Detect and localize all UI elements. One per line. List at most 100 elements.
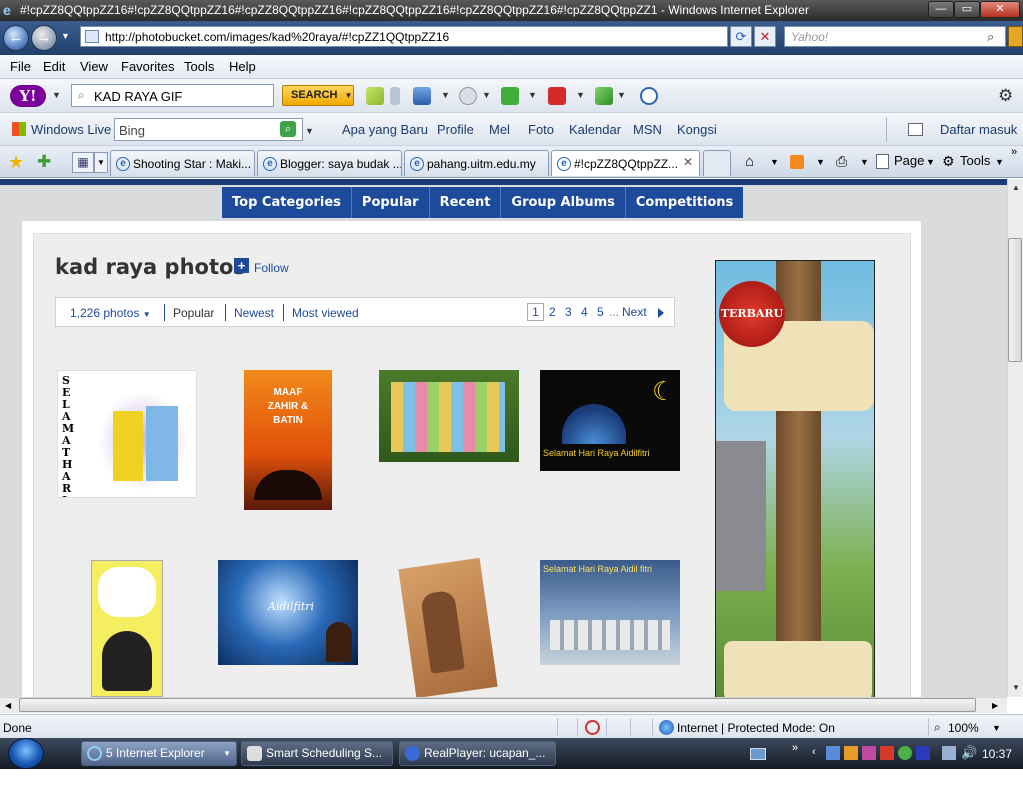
tray-app-icon[interactable] xyxy=(880,746,894,760)
menu-file[interactable]: File xyxy=(10,59,31,74)
add-favorite-icon[interactable]: ✚ xyxy=(37,152,51,172)
tray-app-icon[interactable] xyxy=(826,746,840,760)
refresh-button[interactable]: ⟳ xyxy=(730,26,752,47)
photo-thumbnail[interactable]: Aidilfitri xyxy=(218,560,358,665)
messenger-dropdown-icon[interactable]: ▼ xyxy=(482,90,491,100)
clock[interactable]: 10:37 xyxy=(982,747,1012,761)
nav-recent[interactable]: Recent xyxy=(430,187,502,218)
live-link-msn[interactable]: MSN xyxy=(633,122,662,137)
photo-thumbnail[interactable]: SELAMAT HARI RAYA xyxy=(57,370,197,498)
dice-dropdown-icon[interactable]: ▼ xyxy=(576,90,585,100)
nav-competitions[interactable]: Competitions xyxy=(626,187,743,218)
page-5[interactable]: 5 xyxy=(597,305,604,319)
live-link-calendar[interactable]: Kalendar xyxy=(569,122,621,137)
new-tab-button[interactable] xyxy=(703,150,731,176)
windows-live-label[interactable]: Windows Live xyxy=(31,122,111,137)
ie-icon[interactable] xyxy=(640,87,658,105)
tab-uitm[interactable]: e pahang.uitm.edu.my xyxy=(404,150,549,176)
zoom-level[interactable]: 100% xyxy=(948,721,979,735)
nav-group-albums[interactable]: Group Albums xyxy=(501,187,626,218)
menu-tools[interactable]: Tools xyxy=(184,59,214,74)
recent-pages-dropdown-icon[interactable]: ▼ xyxy=(61,31,71,43)
back-button[interactable]: ← xyxy=(3,25,29,51)
tab-blogger[interactable]: e Blogger: saya budak ... xyxy=(257,150,402,176)
tray-app-icon[interactable] xyxy=(916,746,930,760)
page-2[interactable]: 2 xyxy=(549,305,556,319)
tray-app-icon[interactable] xyxy=(844,746,858,760)
print-dropdown-icon[interactable]: ▼ xyxy=(860,157,869,167)
chevron-left-icon[interactable]: ‹ xyxy=(812,746,816,758)
signin-link[interactable]: Daftar masuk xyxy=(940,122,1017,137)
quick-tabs-button[interactable]: ▦ xyxy=(72,152,94,173)
page-1-current[interactable]: 1 xyxy=(527,303,544,321)
yahoo-menu-dropdown-icon[interactable]: ▼ xyxy=(52,90,61,100)
photo-thumbnail[interactable]: MAAF ZAHIR & BATIN xyxy=(244,370,332,510)
photo-thumbnail[interactable]: ☾ Selamat Hari Raya Aidilfitri xyxy=(540,370,680,471)
address-field[interactable]: http://photobucket.com/images/kad%20raya… xyxy=(80,26,804,47)
start-button[interactable] xyxy=(8,738,44,769)
security-zone-text[interactable]: Internet | Protected Mode: On xyxy=(677,721,835,735)
page-4[interactable]: 4 xyxy=(581,305,588,319)
advertisement-banner[interactable]: TERBARU xyxy=(715,260,875,697)
tray-app-icon[interactable] xyxy=(862,746,876,760)
vertical-scroll-thumb[interactable] xyxy=(1008,238,1022,362)
close-window-button[interactable]: ✕ xyxy=(980,1,1020,18)
yahoo-logo-icon[interactable]: Y! xyxy=(10,85,46,107)
scroll-up-icon[interactable]: ▲ xyxy=(1012,183,1020,192)
home-icon[interactable]: ⌂ xyxy=(745,153,754,170)
taskbar-smart-scheduling[interactable]: Smart Scheduling S... xyxy=(241,741,393,766)
photo-count-dropdown[interactable]: 1,226 photos ▼ xyxy=(70,306,151,320)
tray-app-icon[interactable] xyxy=(898,746,912,760)
sort-most-viewed[interactable]: Most viewed xyxy=(292,306,359,320)
menu-view[interactable]: View xyxy=(80,59,108,74)
page-3[interactable]: 3 xyxy=(565,305,572,319)
live-link-whats-new[interactable]: Apa yang Baru xyxy=(342,122,428,137)
sort-newest[interactable]: Newest xyxy=(234,306,274,320)
minimize-button[interactable]: — xyxy=(928,1,954,18)
chevron-more-icon[interactable]: » xyxy=(792,742,798,754)
feeds-icon[interactable] xyxy=(790,155,804,169)
page-menu[interactable]: Page xyxy=(894,153,924,168)
gear-icon[interactable]: ⚙ xyxy=(998,86,1013,106)
popup-blocked-icon[interactable] xyxy=(585,720,600,735)
horizontal-scroll-thumb[interactable] xyxy=(19,698,976,712)
bing-search-input[interactable]: Bing xyxy=(114,118,303,141)
menu-favorites[interactable]: Favorites xyxy=(121,59,174,74)
forward-button[interactable]: → xyxy=(31,25,57,51)
bookmarks-icon[interactable] xyxy=(595,87,613,105)
zoom-dropdown-icon[interactable]: ▼ xyxy=(992,723,1001,733)
highlighter-icon[interactable] xyxy=(366,87,384,105)
scroll-right-icon[interactable]: ▶ xyxy=(992,701,998,710)
taskbar-realplayer[interactable]: RealPlayer: ucapan_... xyxy=(399,741,556,766)
next-arrow-icon[interactable] xyxy=(658,308,664,318)
maximize-button[interactable]: ▭ xyxy=(954,1,980,18)
search-field[interactable]: Yahoo! ⌕ xyxy=(784,26,1006,47)
search-provider-button[interactable] xyxy=(1008,26,1023,47)
live-link-photos[interactable]: Foto xyxy=(528,122,554,137)
favorites-star-icon[interactable]: ★ xyxy=(8,152,24,173)
print-icon[interactable]: ⎙ xyxy=(836,153,847,170)
taskbar-internet-explorer[interactable]: 5 Internet Explorer ▼ xyxy=(81,741,237,766)
network-icon[interactable] xyxy=(942,746,956,760)
mail-dropdown-icon[interactable]: ▼ xyxy=(441,90,450,100)
next-page-link[interactable]: Next xyxy=(622,305,647,319)
dice-icon[interactable] xyxy=(548,87,566,105)
live-link-mail[interactable]: Mel xyxy=(489,122,510,137)
tools-menu[interactable]: Tools xyxy=(960,153,990,168)
mail-icon[interactable] xyxy=(413,87,431,105)
photo-thumbnail[interactable]: Selamat Hari Raya Aidil fitri xyxy=(540,560,680,665)
page-dropdown-icon[interactable]: ▼ xyxy=(926,157,935,167)
bing-search-icon[interactable]: ⌕ xyxy=(280,121,296,137)
games-dropdown-icon[interactable]: ▼ xyxy=(528,90,537,100)
yahoo-search-input[interactable]: ⌕ KAD RAYA GIF xyxy=(71,84,274,107)
bookmarks-dropdown-icon[interactable]: ▼ xyxy=(617,90,626,100)
sort-popular[interactable]: Popular xyxy=(173,306,214,320)
tab-shooting-star[interactable]: e Shooting Star : Maki... xyxy=(110,150,255,176)
chevron-more-icon[interactable]: » xyxy=(1011,146,1017,158)
tools-dropdown-icon[interactable]: ▼ xyxy=(995,157,1004,167)
desktop-icon[interactable] xyxy=(750,748,766,760)
follow-link[interactable]: Follow xyxy=(254,261,289,275)
nav-popular[interactable]: Popular xyxy=(352,187,430,218)
feeds-dropdown-icon[interactable]: ▼ xyxy=(816,157,825,167)
menu-help[interactable]: Help xyxy=(229,59,256,74)
